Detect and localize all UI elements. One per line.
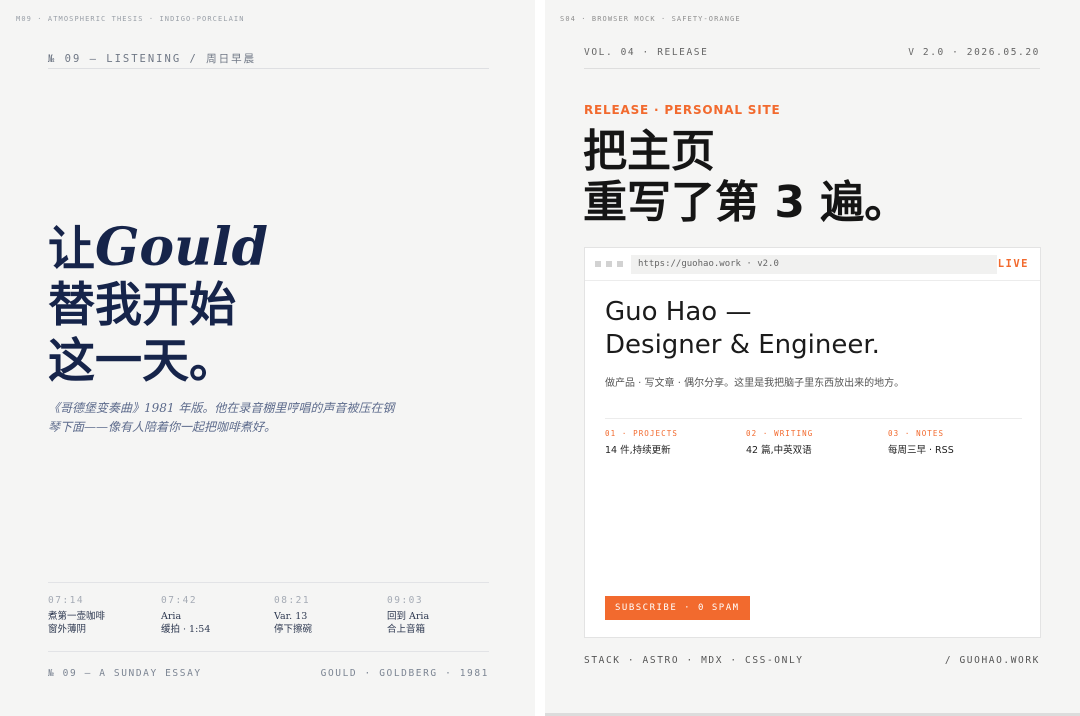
timeline-time: 08:21 [274, 595, 311, 606]
title-line-1: 把主页 [583, 126, 715, 177]
stat-value: 每周三早 · RSS [888, 445, 954, 456]
page-title: 让Gould 替我开始 这一天。 [48, 220, 268, 390]
timeline-line: 煮第一壶咖啡 [48, 611, 106, 622]
panel-corner-label: S04 · BROWSER MOCK · SAFETY-ORANGE [560, 15, 741, 23]
browser-mock: https://guohao.work · v2.0 LIVE Guo Hao … [584, 247, 1041, 638]
timeline-line: Var. 13 [274, 611, 308, 622]
issue-label: № 09 — LISTENING / 周日早晨 [48, 53, 257, 65]
window-dot-icon [595, 261, 601, 267]
window-dot-icon [606, 261, 612, 267]
timeline: 07:14 煮第一壶咖啡 窗外薄阴 07:42 Aria 缓拍 · 1:54 0… [48, 582, 489, 652]
stat-projects[interactable]: 01 · PROJECTS 14 件,持续更新 [605, 429, 745, 456]
subscribe-button[interactable]: SUBSCRIBE · 0 SPAM [605, 596, 750, 620]
timeline-line: 回到 Aria [387, 611, 430, 622]
timeline-item: 07:42 Aria 缓拍 · 1:54 [161, 595, 261, 636]
timeline-item: 09:03 回到 Aria 合上音箱 [387, 595, 487, 636]
timeline-line: 合上音箱 [387, 624, 426, 635]
stat-value: 14 件,持续更新 [605, 445, 671, 456]
release-title: 把主页 重写了第 3 遍。 [583, 126, 908, 228]
site-description: 做产品 · 写文章 · 偶尔分享。这里是我把脑子里东西放出来的地方。 [605, 378, 905, 389]
stat-key: 02 · WRITING [746, 429, 814, 438]
title-line-1: 让Gould [48, 220, 268, 278]
site-stats: 01 · PROJECTS 14 件,持续更新 02 · WRITING 42 … [605, 418, 1022, 456]
title-line-3: 这一天。 [48, 334, 236, 389]
site-domain-link[interactable]: / GUOHAO.WORK [945, 655, 1040, 666]
live-badge: LIVE [997, 258, 1029, 270]
footer-credits: GOULD · GOLDBERG · 1981 [320, 668, 489, 679]
release-panel: S04 · BROWSER MOCK · SAFETY-ORANGE VOL. … [545, 0, 1080, 716]
stat-notes[interactable]: 03 · NOTES 每周三早 · RSS [888, 429, 1028, 456]
panel-footer: STACK · ASTRO · MDX · CSS-ONLY / GUOHAO.… [584, 655, 1040, 666]
title-pre: 让 [48, 222, 95, 277]
panel-header: VOL. 04 · RELEASE V 2.0 · 2026.05.20 [584, 47, 1040, 69]
timeline-time: 09:03 [387, 595, 424, 606]
listening-panel: M09 · ATMOSPHERIC THESIS · INDIGO-PORCEL… [0, 0, 535, 716]
timeline-line: 窗外薄阴 [48, 624, 87, 635]
stat-writing[interactable]: 02 · WRITING 42 篇,中英双语 [746, 429, 886, 456]
panel-footer: № 09 — A SUNDAY ESSAY GOULD · GOLDBERG ·… [48, 668, 489, 679]
window-dot-icon [617, 261, 623, 267]
timeline-line: Aria [161, 611, 182, 622]
timeline-line: 缓拍 · 1:54 [161, 624, 211, 635]
browser-toolbar: https://guohao.work · v2.0 LIVE [585, 248, 1040, 281]
volume-label: VOL. 04 · RELEASE [584, 47, 709, 58]
timeline-time: 07:42 [161, 595, 198, 606]
address-bar[interactable]: https://guohao.work · v2.0 [631, 255, 997, 274]
site-hero-title: Guo Hao — Designer & Engineer. [605, 296, 880, 362]
version-date: V 2.0 · 2026.05.20 [908, 47, 1040, 58]
stat-key: 03 · NOTES [888, 429, 945, 438]
stat-key: 01 · PROJECTS [605, 429, 678, 438]
timeline-item: 07:14 煮第一壶咖啡 窗外薄阴 [48, 595, 148, 636]
stack-label: STACK · ASTRO · MDX · CSS-ONLY [584, 655, 804, 666]
hero-line-2: Designer & Engineer. [605, 330, 880, 360]
timeline-line: 停下擦碗 [274, 624, 313, 635]
kicker-label: RELEASE · PERSONAL SITE [584, 103, 781, 117]
hero-line-1: Guo Hao — [605, 297, 752, 327]
footer-issue: № 09 — A SUNDAY ESSAY [48, 668, 202, 679]
title-line-2: 重写了第 3 遍。 [583, 177, 909, 228]
title-italic-name: Gould [95, 217, 269, 278]
panel-corner-label: M09 · ATMOSPHERIC THESIS · INDIGO-PORCEL… [16, 15, 245, 23]
timeline-item: 08:21 Var. 13 停下擦碗 [274, 595, 374, 636]
title-line-2: 替我开始 [48, 278, 236, 333]
panel-header: № 09 — LISTENING / 周日早晨 [48, 47, 489, 69]
stat-value: 42 篇,中英双语 [746, 445, 812, 456]
timeline-time: 07:14 [48, 595, 85, 606]
pull-quote: 《哥德堡变奏曲》1981 年版。他在录音棚里哼唱的声音被压在钢琴下面——像有人陪… [48, 401, 395, 434]
